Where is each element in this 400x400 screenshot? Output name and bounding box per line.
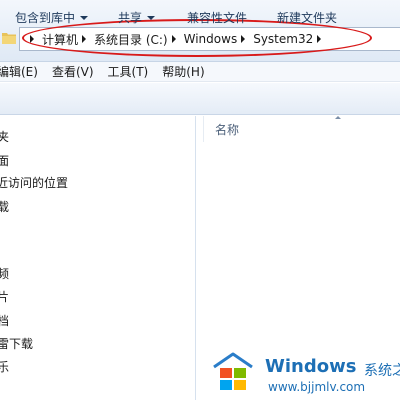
chevron-down-icon — [80, 15, 89, 20]
watermark-site-name: 系统之家 — [364, 363, 400, 379]
breadcrumb-arrow-icon[interactable] — [171, 35, 176, 43]
menu-view[interactable]: 查看(V) — [52, 63, 94, 80]
nav-item-videos[interactable]: 频 — [0, 265, 9, 282]
include-in-library-button[interactable]: 包含到库中 — [15, 9, 89, 26]
new-folder-label: 新建文件夹 — [277, 11, 338, 25]
include-in-library-label: 包含到库中 — [15, 11, 76, 25]
nav-item-pictures[interactable]: 片 — [0, 288, 9, 305]
breadcrumb-arrow-icon[interactable] — [241, 35, 246, 43]
nav-item-thunder-downloads[interactable]: 雷下载 — [0, 335, 33, 352]
windows-logo-icon — [213, 352, 253, 390]
breadcrumb-arrow-icon[interactable] — [317, 35, 322, 43]
breadcrumb-windows[interactable]: Windows — [184, 32, 238, 46]
sort-ascending-icon — [335, 116, 341, 119]
nav-item-downloads[interactable]: 载 — [0, 198, 9, 215]
breadcrumb-system-drive[interactable]: 系统目录 (C:) — [94, 31, 168, 48]
column-divider — [203, 116, 204, 142]
menu-edit[interactable]: 编辑(E) — [0, 63, 38, 80]
command-bar — [0, 83, 400, 115]
nav-item-documents[interactable]: 档 — [0, 312, 9, 329]
navigation-pane: 夹 面 近访问的位置 载 频 片 档 雷下载 乐 — [0, 116, 196, 400]
breadcrumb-arrow-icon[interactable] — [30, 35, 34, 43]
breadcrumb-computer[interactable]: 计算机 — [42, 31, 78, 48]
compatibility-files-button[interactable]: 兼容性文件 — [187, 9, 247, 26]
nav-item-desktop[interactable]: 面 — [0, 152, 9, 169]
menu-bar: 编辑(E) 查看(V) 工具(T) 帮助(H) — [0, 62, 400, 82]
folder-icon — [2, 33, 16, 44]
breadcrumb: 计算机 系统目录 (C:) Windows System32 — [26, 31, 329, 47]
breadcrumb-system32[interactable]: System32 — [253, 32, 313, 46]
chevron-down-icon — [147, 15, 156, 20]
compatibility-files-label: 兼容性文件 — [187, 11, 248, 25]
menu-help[interactable]: 帮助(H) — [162, 63, 204, 80]
watermark-url: www.bjjmlv.com — [268, 380, 366, 394]
breadcrumb-arrow-icon[interactable] — [82, 35, 87, 43]
menu-tools[interactable]: 工具(T) — [108, 63, 149, 80]
new-folder-button[interactable]: 新建文件夹 — [277, 9, 337, 26]
column-header-name[interactable]: 名称 — [215, 121, 239, 138]
nav-item-favorites[interactable]: 夹 — [0, 128, 9, 145]
nav-item-recent-places[interactable]: 近访问的位置 — [0, 174, 68, 191]
watermark-brand: Windows — [265, 356, 357, 377]
share-label: 共享 — [118, 11, 143, 25]
share-button[interactable]: 共享 — [118, 9, 156, 26]
nav-item-music[interactable]: 乐 — [0, 358, 9, 375]
